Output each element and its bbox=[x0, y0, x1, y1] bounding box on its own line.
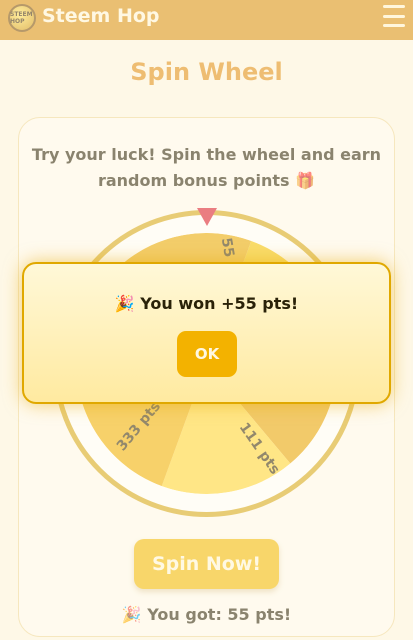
ok-button[interactable]: OK bbox=[177, 331, 237, 377]
win-dialog: 🎉 You won +55 pts! OK bbox=[22, 262, 391, 404]
win-message: 🎉 You won +55 pts! bbox=[114, 294, 299, 313]
